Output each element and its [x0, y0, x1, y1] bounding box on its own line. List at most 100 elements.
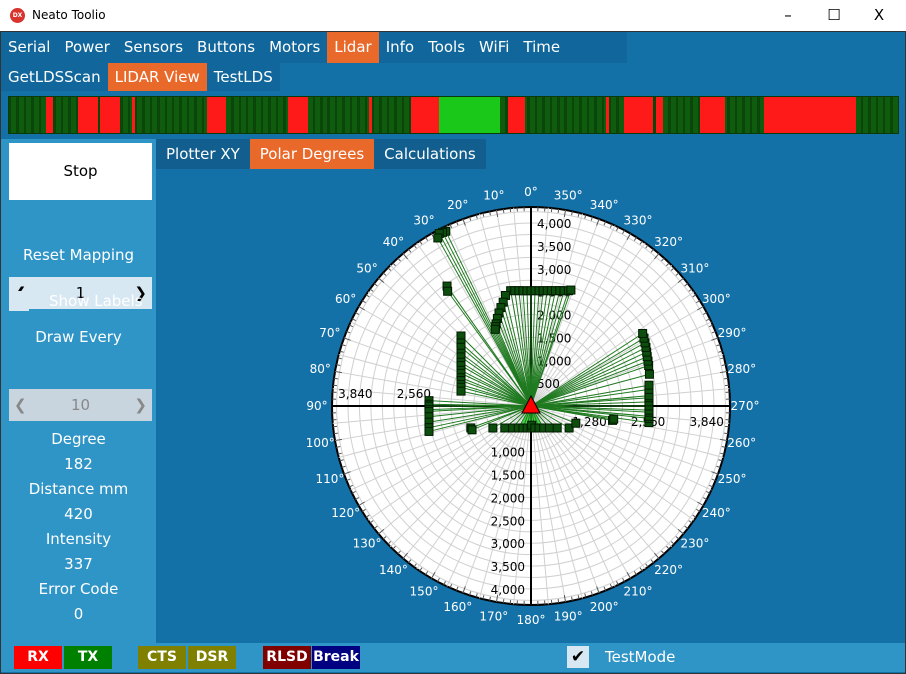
indicator-cts: CTS [138, 646, 186, 669]
scan-point [433, 233, 443, 243]
scan-point [443, 286, 453, 296]
scan-point [571, 418, 581, 428]
tab-calculations[interactable]: Calculations [374, 139, 486, 169]
reset-mapping-button[interactable]: Reset Mapping [1, 246, 156, 264]
angle-tick-label: 210° [624, 584, 653, 598]
scan-point [500, 423, 510, 433]
tab-tools[interactable]: Tools [421, 32, 472, 63]
radial-tick-label: 3,000 [537, 263, 571, 277]
draw-every-label: Draw Every [35, 328, 122, 346]
distance-value: 420 [64, 505, 93, 523]
angle-tick-label: 110° [315, 472, 344, 486]
angle-tick-label: 310° [680, 261, 709, 275]
tab-buttons[interactable]: Buttons [190, 32, 262, 63]
angle-tick [502, 208, 505, 213]
scan-point [456, 386, 466, 396]
angle-tick-label: 80° [310, 362, 331, 376]
radial-tick-label: 2,000 [537, 309, 571, 323]
angle-tick-label: 60° [335, 292, 356, 306]
stop-button[interactable]: Stop [9, 143, 152, 200]
close-button[interactable]: X [864, 4, 894, 26]
angle-tick-label: 350° [554, 188, 583, 202]
tab-power[interactable]: Power [57, 32, 116, 63]
angle-tick-label: 10° [483, 188, 504, 202]
tab-time[interactable]: Time [516, 32, 567, 63]
angle-tick [333, 432, 338, 435]
angle-tick-label: 140° [379, 563, 408, 577]
maximize-button[interactable]: ☐ [819, 4, 849, 26]
radial-tick-label: 4,000 [537, 217, 571, 231]
angle-tick-label: 320° [654, 235, 683, 249]
draw-every-stepper[interactable]: ❮ 10 ❯ [9, 389, 152, 421]
angle-tick-label: 50° [356, 261, 377, 275]
angle-tick-label: 340° [590, 198, 619, 212]
angle-tick-label: 70° [319, 326, 340, 340]
tab-info[interactable]: Info [379, 32, 421, 63]
radial-tick-label: 3,840 [338, 387, 372, 401]
angle-tick-label: 270° [731, 399, 760, 413]
angle-tick-label: 190° [554, 610, 583, 624]
radial-tick-label: 3,840 [689, 415, 723, 429]
tab-serial[interactable]: Serial [1, 32, 57, 63]
app-body: Serial Power Sensors Buttons Motors Lidar Info… [0, 31, 906, 674]
testmode-checkbox[interactable]: ✔ [567, 646, 589, 668]
chevron-right-icon[interactable]: ❯ [134, 396, 147, 414]
draw-every-value: 10 [70, 396, 91, 414]
subtab-testlds[interactable]: TestLDS [207, 63, 280, 91]
lidar-scan-status-bar [8, 96, 899, 134]
radial-tick-label: 1,000 [491, 446, 525, 460]
scan-point [424, 426, 434, 436]
show-labels-checkbox[interactable] [9, 291, 29, 311]
indicator-break: Break [312, 646, 360, 669]
intensity-value: 337 [64, 555, 93, 573]
tab-polar-degrees[interactable]: Polar Degrees [249, 139, 375, 169]
scan-point [488, 423, 498, 433]
indicator-tx: TX [64, 646, 112, 669]
distance-label: Distance mm [28, 480, 129, 498]
radial-tick-label: 4,000 [491, 583, 525, 597]
scan-point [644, 380, 654, 390]
subtab-lidar-view[interactable]: LIDAR View [107, 63, 207, 91]
indicator-dsr: DSR [188, 646, 236, 669]
angle-tick-label: 200° [590, 600, 619, 614]
window-title: Neato Toolio [32, 8, 106, 22]
angle-tick [333, 377, 338, 380]
angle-tick-label: 290° [718, 326, 747, 340]
scan-point [490, 324, 500, 334]
angle-tick [557, 599, 560, 604]
scan-point [638, 328, 648, 338]
angle-tick-label: 130° [353, 537, 382, 551]
scan-point [467, 425, 477, 435]
tab-lidar[interactable]: Lidar [327, 32, 379, 63]
angle-tick-label: 240° [702, 506, 731, 520]
lidar-subtabs: GetLDSScan LIDAR View TestLDS [1, 63, 280, 91]
lidar-control-panel: Stop Reset Mapping ❮ 1 ❯ Show Labels Dra… [1, 139, 156, 643]
radial-tick-label: 3,500 [537, 240, 571, 254]
tab-wifi[interactable]: WiFi [472, 32, 516, 63]
radial-tick-label: 3,000 [491, 537, 525, 551]
angle-tick-label: 230° [680, 537, 709, 551]
angle-tick-label: 40° [383, 235, 404, 249]
show-labels-label: Show Labels [49, 292, 143, 310]
chevron-left-icon[interactable]: ❮ [14, 396, 27, 414]
minimize-button[interactable]: – [773, 4, 803, 26]
angle-tick-label: 90° [306, 399, 327, 413]
angle-tick-label: 160° [443, 600, 472, 614]
indicator-rx: RX [14, 646, 62, 669]
angle-tick-label: 150° [410, 584, 439, 598]
radial-tick-label: 2,500 [491, 514, 525, 528]
tab-motors[interactable]: Motors [262, 32, 327, 63]
intensity-label: Intensity [45, 530, 112, 548]
degree-label: Degree [51, 430, 106, 448]
subtab-getldsscan[interactable]: GetLDSScan [1, 63, 108, 91]
radial-tick-label: 1,500 [491, 469, 525, 483]
angle-tick-label: 120° [331, 506, 360, 520]
scan-point [644, 369, 654, 379]
tab-sensors[interactable]: Sensors [117, 32, 190, 63]
view-tabs: Plotter XY Polar Degrees Calculations [156, 139, 486, 169]
tab-plotter-xy[interactable]: Plotter XY [156, 139, 250, 169]
scan-point [544, 423, 554, 433]
scan-point [566, 285, 576, 295]
title-bar: DX Neato Toolio – ☐ X [0, 0, 906, 31]
angle-tick [502, 599, 505, 604]
